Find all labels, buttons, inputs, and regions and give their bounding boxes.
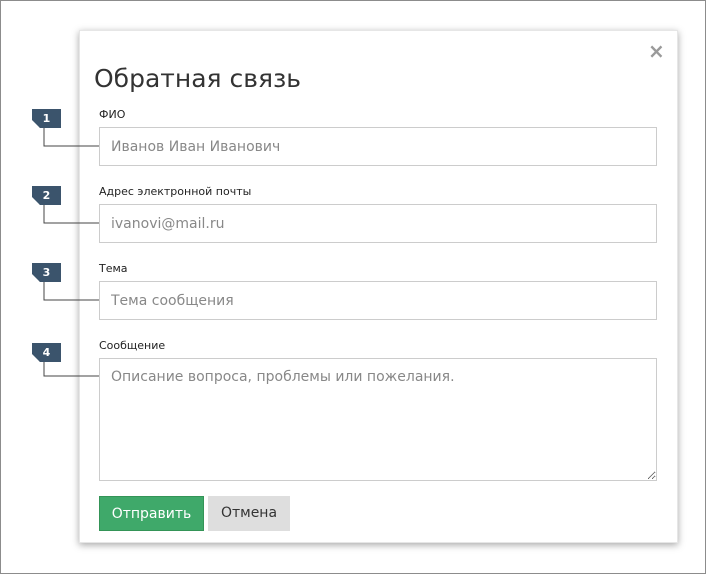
close-icon[interactable]: × bbox=[648, 41, 665, 61]
fio-label: ФИО bbox=[99, 108, 126, 121]
message-textarea[interactable] bbox=[99, 358, 657, 481]
email-input[interactable] bbox=[99, 204, 657, 243]
dialog-title: Обратная связь bbox=[94, 64, 302, 93]
fio-input[interactable] bbox=[99, 127, 657, 166]
message-label: Сообщение bbox=[99, 339, 166, 352]
cancel-button[interactable]: Отмена bbox=[208, 496, 290, 531]
email-label: Адрес электронной почты bbox=[99, 185, 252, 198]
subject-label: Тема bbox=[99, 262, 128, 275]
subject-input[interactable] bbox=[99, 281, 657, 320]
submit-button[interactable]: Отправить bbox=[99, 496, 204, 531]
